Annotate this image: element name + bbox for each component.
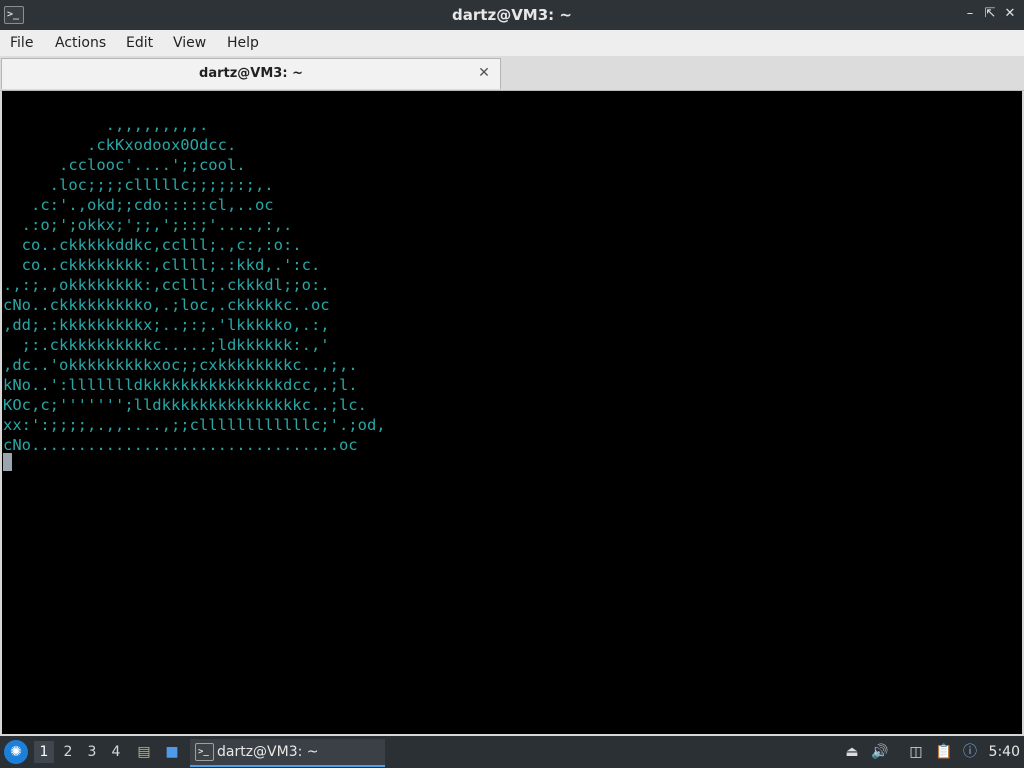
network-icon[interactable]: ◫ [906,742,926,762]
window-title: dartz@VM3: ~ [452,6,572,24]
taskbar-task-terminal[interactable]: >_ dartz@VM3: ~ [190,739,385,767]
menu-edit[interactable]: Edit [126,30,153,56]
close-icon[interactable]: ✕ [1002,6,1018,22]
tab-bar: dartz@VM3: ~ ✕ [0,56,1024,91]
notification-icon[interactable]: ⓘ [960,742,980,762]
workspace-4[interactable]: 4 [106,741,126,763]
tab-close-icon[interactable]: ✕ [476,65,492,81]
text-cursor [3,453,12,471]
terminal-output: .,,,,,,,,,. .ckKxodoox0Odcc. .cclooc'...… [3,116,386,454]
workspace-3[interactable]: 3 [82,741,102,763]
menu-bar: File Actions Edit View Help [0,30,1024,56]
volume-icon[interactable]: 🔊 [870,742,890,762]
desktop-icon[interactable]: ■ [162,742,182,762]
menu-help[interactable]: Help [227,30,259,56]
menu-file[interactable]: File [10,30,33,56]
start-menu-icon[interactable]: ✺ [4,740,28,764]
clock[interactable]: 5:40 [989,736,1020,768]
tab-label: dartz@VM3: ~ [199,66,303,81]
title-bar: >_ dartz@VM3: ~ – ⇱ ✕ [0,0,1024,30]
eject-icon[interactable]: ⏏ [842,742,862,762]
task-label: dartz@VM3: ~ [217,744,319,760]
minimize-icon[interactable]: – [962,6,978,22]
workspace-1[interactable]: 1 [34,741,54,763]
taskbar: ✺ 1 2 3 4 ▤ ■ >_ dartz@VM3: ~ ⏏ 🔊 ◫ 📋 ⓘ … [0,736,1024,768]
tab-terminal[interactable]: dartz@VM3: ~ ✕ [1,58,501,89]
clipboard-icon[interactable]: 📋 [934,742,954,762]
file-manager-icon[interactable]: ▤ [134,742,154,762]
terminal-view[interactable]: .,,,,,,,,,. .ckKxodoox0Odcc. .cclooc'...… [2,91,1022,734]
menu-view[interactable]: View [173,30,206,56]
maximize-icon[interactable]: ⇱ [982,6,998,22]
terminal-icon: >_ [195,743,214,761]
menu-actions[interactable]: Actions [55,30,106,56]
workspace-2[interactable]: 2 [58,741,78,763]
